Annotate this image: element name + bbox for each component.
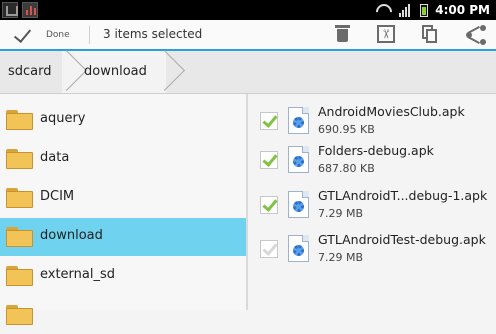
breadcrumb-item-download[interactable]: download bbox=[84, 51, 147, 93]
folder-icon bbox=[6, 188, 33, 208]
usb-notification-icon[interactable] bbox=[2, 2, 18, 18]
action-bar: Done 3 items selected ✂ bbox=[0, 20, 496, 51]
share-icon[interactable] bbox=[452, 20, 496, 49]
folder-label: aquery bbox=[40, 111, 86, 126]
folder-item-aquery[interactable]: aquery bbox=[0, 101, 246, 139]
check-icon bbox=[16, 29, 36, 41]
file-checkbox[interactable] bbox=[260, 151, 278, 169]
divider bbox=[89, 26, 90, 44]
folder-list: aquery data DCIM download external_sd bbox=[0, 94, 246, 325]
folder-icon bbox=[6, 110, 33, 130]
apk-file-icon bbox=[288, 235, 309, 262]
battery-icon bbox=[420, 3, 429, 17]
file-checkbox[interactable] bbox=[260, 240, 278, 258]
file-size: 687.80 KB bbox=[318, 162, 375, 175]
apk-file-icon bbox=[288, 191, 309, 218]
done-button[interactable]: Done bbox=[0, 20, 88, 49]
folder-icon bbox=[6, 149, 33, 169]
signal-icon bbox=[399, 3, 413, 17]
file-size: 690.95 KB bbox=[318, 123, 375, 136]
folder-label: external_sd bbox=[40, 267, 116, 282]
copy-icon[interactable] bbox=[408, 20, 452, 49]
file-checkbox[interactable] bbox=[260, 196, 278, 214]
file-name: GTLAndroidTest-debug.apk bbox=[318, 232, 486, 247]
delete-icon[interactable] bbox=[320, 20, 364, 49]
wifi-icon bbox=[376, 4, 392, 16]
file-size: 7.29 MB bbox=[318, 251, 364, 264]
done-label: Done bbox=[46, 29, 70, 40]
file-name: GTLAndroidT...debug-1.apk bbox=[318, 188, 488, 203]
folder-label: data bbox=[40, 150, 70, 165]
file-item[interactable]: GTLAndroidTest-debug.apk 7.29 MB bbox=[248, 225, 496, 273]
status-bar: 4:00 PM bbox=[0, 0, 496, 20]
file-name: AndroidMoviesClub.apk bbox=[318, 104, 465, 119]
folder-item-partial[interactable] bbox=[0, 296, 246, 334]
folder-item-dcim[interactable]: DCIM bbox=[0, 179, 246, 217]
clock: 4:00 PM bbox=[435, 3, 490, 17]
folder-icon bbox=[6, 227, 33, 247]
file-checkbox[interactable] bbox=[260, 112, 278, 130]
app-notification-icon[interactable] bbox=[22, 2, 38, 18]
file-item[interactable]: GTLAndroidT...debug-1.apk 7.29 MB bbox=[248, 181, 496, 229]
breadcrumb-item-sdcard[interactable]: sdcard bbox=[8, 51, 52, 93]
folder-item-external-sd[interactable]: external_sd bbox=[0, 257, 246, 295]
folder-label: DCIM bbox=[40, 189, 75, 204]
folder-icon bbox=[6, 266, 33, 286]
apk-file-icon bbox=[288, 107, 309, 134]
selection-count: 3 items selected bbox=[103, 27, 203, 41]
folder-icon bbox=[6, 305, 33, 325]
folder-label: download bbox=[40, 228, 103, 243]
folder-item-data[interactable]: data bbox=[0, 140, 246, 178]
breadcrumb: sdcard download bbox=[0, 51, 496, 94]
apk-file-icon bbox=[288, 146, 309, 173]
cut-icon[interactable]: ✂ bbox=[364, 20, 408, 49]
file-name: Folders-debug.apk bbox=[318, 143, 434, 158]
folder-item-download[interactable]: download bbox=[0, 218, 246, 256]
file-list: AndroidMoviesClub.apk 690.95 KB Folders-… bbox=[248, 94, 496, 310]
file-item[interactable]: Folders-debug.apk 687.80 KB bbox=[248, 136, 496, 184]
file-size: 7.29 MB bbox=[318, 207, 364, 220]
